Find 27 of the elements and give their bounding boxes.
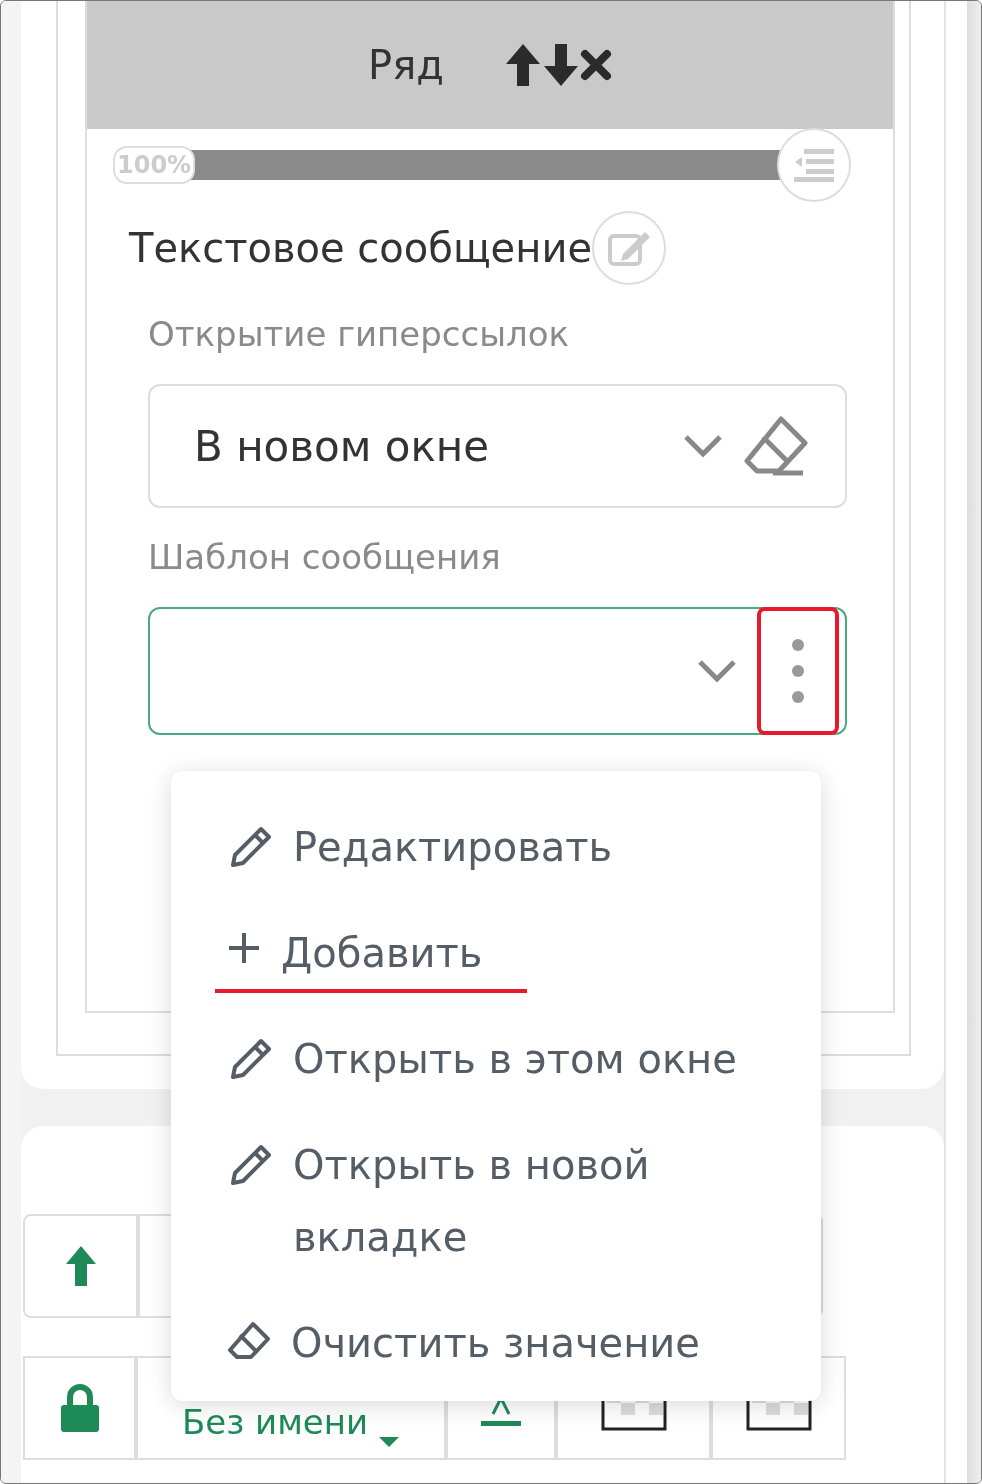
eraser-icon[interactable] [743,415,809,477]
field-label: Шаблон сообщения [148,536,502,579]
menu-item[interactable]: Открыть в новой вкладке [227,1129,747,1273]
arrow-down-icon[interactable] [541,42,580,88]
move-up-button[interactable] [23,1214,138,1318]
more-button[interactable] [757,607,839,735]
close-icon[interactable] [579,49,612,81]
lock-icon [59,1383,100,1433]
caret-down-icon [378,1436,401,1448]
field-label: Открытие гиперссылок [148,313,571,356]
arrow-up-icon [63,1244,98,1288]
panel-title: Ряд [368,41,444,90]
menu-item[interactable]: Добавить [215,917,527,993]
menu-item[interactable]: Редактировать [227,811,747,883]
chevron-down-icon[interactable] [683,434,723,458]
select-field[interactable]: В новом окне [148,384,847,508]
lock-button[interactable] [23,1356,136,1460]
select-field[interactable] [148,607,847,735]
arrow-up-icon[interactable] [503,42,542,88]
menu-item[interactable]: Открыть в этом окне [227,1023,747,1095]
chevron-down-icon[interactable] [697,659,737,683]
plus-icon [227,931,261,965]
list-indent-icon [792,147,837,183]
scrollbar[interactable] [944,1,981,1483]
eraser-icon [227,1321,271,1361]
section-title: Текстовое сообщение [129,224,592,273]
kebab-icon [791,638,805,704]
